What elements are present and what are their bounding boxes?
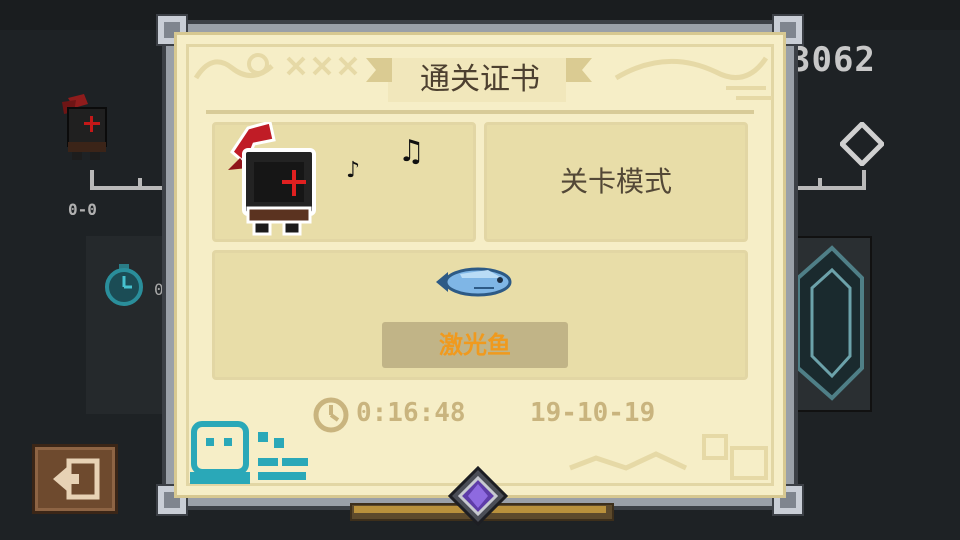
bg-rail-right — [796, 186, 866, 190]
ornament-top-right-icon — [614, 56, 772, 100]
purple-gem-icon — [448, 466, 508, 526]
clock-icon — [313, 397, 349, 433]
laser-fish-icon — [436, 267, 512, 297]
knight-preview-icon — [62, 94, 107, 160]
loot-name: 激光鱼 — [439, 331, 511, 359]
exit-door-icon — [53, 458, 100, 500]
bg-rail-left-tick — [138, 178, 142, 190]
music-note-small-icon: ♪ — [346, 158, 361, 183]
bg-rail-left-post — [90, 170, 94, 190]
bg-rail-right-tick — [818, 178, 822, 190]
hero-counter: 0-0 — [68, 200, 97, 219]
knight-icon — [228, 122, 316, 236]
clear-date: 19-10-19 — [530, 398, 656, 428]
clear-time: 0:16:48 — [356, 398, 466, 428]
stamp-icon — [190, 421, 308, 484]
ornament-top-left-icon — [193, 53, 358, 80]
music-notes-icon: ♫ — [398, 134, 425, 169]
score-counter: 3062 — [790, 40, 876, 80]
certificate-title: 通关证书 — [420, 62, 540, 97]
bg-portal-panel — [790, 236, 872, 412]
stopwatch-icon — [105, 264, 143, 306]
bg-rail-right-post — [862, 170, 866, 190]
title-divider — [206, 110, 754, 114]
diamond-icon — [840, 122, 884, 166]
bg-rail-left — [90, 186, 168, 190]
game-mode-label: 关卡模式 — [559, 165, 672, 198]
exit-button[interactable] — [32, 444, 118, 514]
